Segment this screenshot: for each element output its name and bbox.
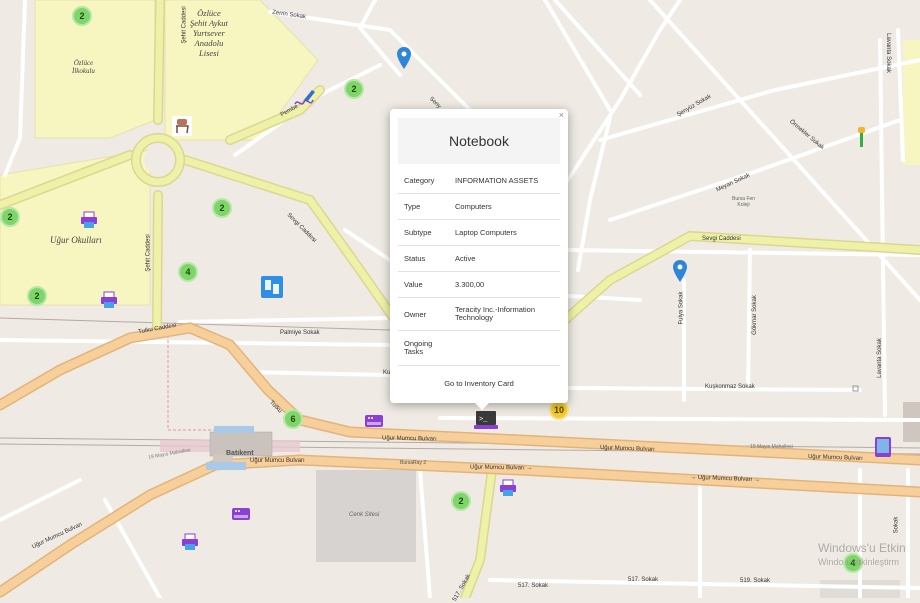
street-label-sehit-caddesi-top: Şehit Caddesi (181, 6, 188, 44)
street-label-sehit-caddesi: Şehit Caddesi (145, 234, 152, 272)
traffic-light-icon[interactable] (856, 127, 868, 147)
street-label-lavanta-top: Lavanta Sokak (884, 33, 891, 73)
street-label-palmiye: Palmiye Sokak (280, 330, 320, 336)
place-label-ozluce-ilkokulu: Özlüce İlkokulu (72, 59, 95, 75)
go-to-inventory-card-link[interactable]: Go to Inventory Card (398, 372, 560, 394)
place-label-cenk-sitesi: Cenk Sitesi (349, 512, 380, 518)
popup-row-value: 3.300,00 (455, 279, 485, 289)
street-label-lavanta-right: Lavanta Sokak (876, 338, 883, 378)
popup-row: Category INFORMATION ASSETS (398, 168, 560, 194)
street-label-ugur-left-bot: Uğur Mumcu Bulvarı (250, 458, 305, 464)
popup-row-key: Ongoing Tasks (404, 339, 433, 356)
popup-row: Ongoing Tasks (398, 331, 560, 366)
chair-icon[interactable] (172, 116, 192, 136)
popup-row-key: Value (404, 280, 423, 289)
terminal-icon[interactable]: >_ (474, 410, 498, 430)
place-label-ugur-okullari: Uğur Okulları (50, 235, 102, 245)
popup-row: Owner Teracity Inc.-Information Technolo… (398, 298, 560, 331)
popup-row: Type Computers (398, 194, 560, 220)
street-label-mahalle-right: 19 Mayıs Mahallesi (750, 444, 793, 450)
map-pin-icon[interactable] (397, 47, 411, 69)
popup-row-key: Category (404, 176, 435, 185)
cluster-marker[interactable]: 2 (344, 79, 364, 99)
popup-pointer (474, 402, 490, 410)
popup-row-value: Laptop Computers (455, 227, 517, 237)
asset-info-popup: × Notebook Category INFORMATION ASSETS T… (390, 109, 568, 403)
street-label-ugur-mid-bot: Uğur Mumcu Bulvarı → (469, 464, 533, 472)
printer-icon[interactable] (180, 532, 200, 552)
cluster-marker[interactable]: 2 (0, 207, 20, 227)
server-icon[interactable] (231, 506, 251, 522)
printer-icon[interactable] (498, 478, 518, 498)
popup-row-key: Subtype (404, 228, 432, 237)
popup-row-value: INFORMATION ASSETS (455, 175, 539, 185)
cluster-marker[interactable]: 2 (451, 491, 471, 511)
popup-row: Status Active (398, 246, 560, 272)
popup-row-value: Computers (455, 201, 492, 211)
place-label-ozluce-lisesi: Özlüce Şehit Aykut Yurtsever Anadolu Lis… (190, 8, 228, 58)
street-label-ugur-mid-top: Uğur Mumcu Bulvarı (381, 435, 437, 443)
watermark-line-2: Windo u etkinleştirm (818, 557, 900, 567)
cluster-marker[interactable]: 4 (178, 262, 198, 282)
popup-row-value: Teracity Inc.-Information Technology (455, 305, 536, 322)
server-icon[interactable] (364, 413, 384, 429)
popup-row-value: Active (455, 253, 476, 263)
svg-text:>_: >_ (479, 416, 488, 424)
cluster-marker[interactable]: 6 (283, 409, 303, 429)
popup-row: Value 3.300,00 (398, 272, 560, 298)
windows-activation-watermark: Windows'u Etkin Windo u etkinleştirm (818, 541, 906, 567)
watermark-line-1: Windows'u Etkin (818, 541, 906, 555)
street-label-kuskonmaz: Kuşkonmaz Sokak (705, 384, 755, 390)
street-label-517a: 517. Sokak (518, 583, 549, 589)
dashboard-icon[interactable] (261, 276, 283, 298)
street-label-fulya: Fulya Sokak (678, 291, 685, 325)
street-label-far-right: Sokak (893, 516, 900, 534)
printer-icon[interactable] (99, 290, 119, 310)
popup-row-key: Type (404, 202, 421, 211)
street-label-bursaray: BursaRay 2 (400, 460, 427, 466)
cluster-marker[interactable]: 2 (27, 286, 47, 306)
popup-title: Notebook (398, 118, 560, 164)
cluster-marker[interactable]: 10 (549, 400, 569, 420)
popup-row: Subtype Laptop Computers (398, 220, 560, 246)
tablet-icon[interactable] (873, 436, 893, 458)
place-label-bursa-fen: Bursa Fen Koleji (732, 196, 756, 208)
street-label-gokmar: Gökmar Sokak (751, 295, 758, 335)
street-label-519: 519. Sokak (740, 578, 771, 584)
popup-row-key: Owner (404, 309, 427, 319)
pen-icon[interactable] (292, 88, 316, 110)
street-label-517b: 517. Sokak (628, 577, 659, 583)
popup-row-key: Status (404, 254, 426, 263)
printer-icon[interactable] (79, 210, 99, 230)
cluster-marker[interactable]: 2 (72, 6, 92, 26)
map-pin-icon[interactable] (673, 260, 687, 282)
station-label-batikent: Batıkent (226, 450, 254, 457)
street-label-sevgi-right: Sevgi Caddesi (702, 236, 741, 242)
cluster-marker[interactable]: 2 (212, 198, 232, 218)
